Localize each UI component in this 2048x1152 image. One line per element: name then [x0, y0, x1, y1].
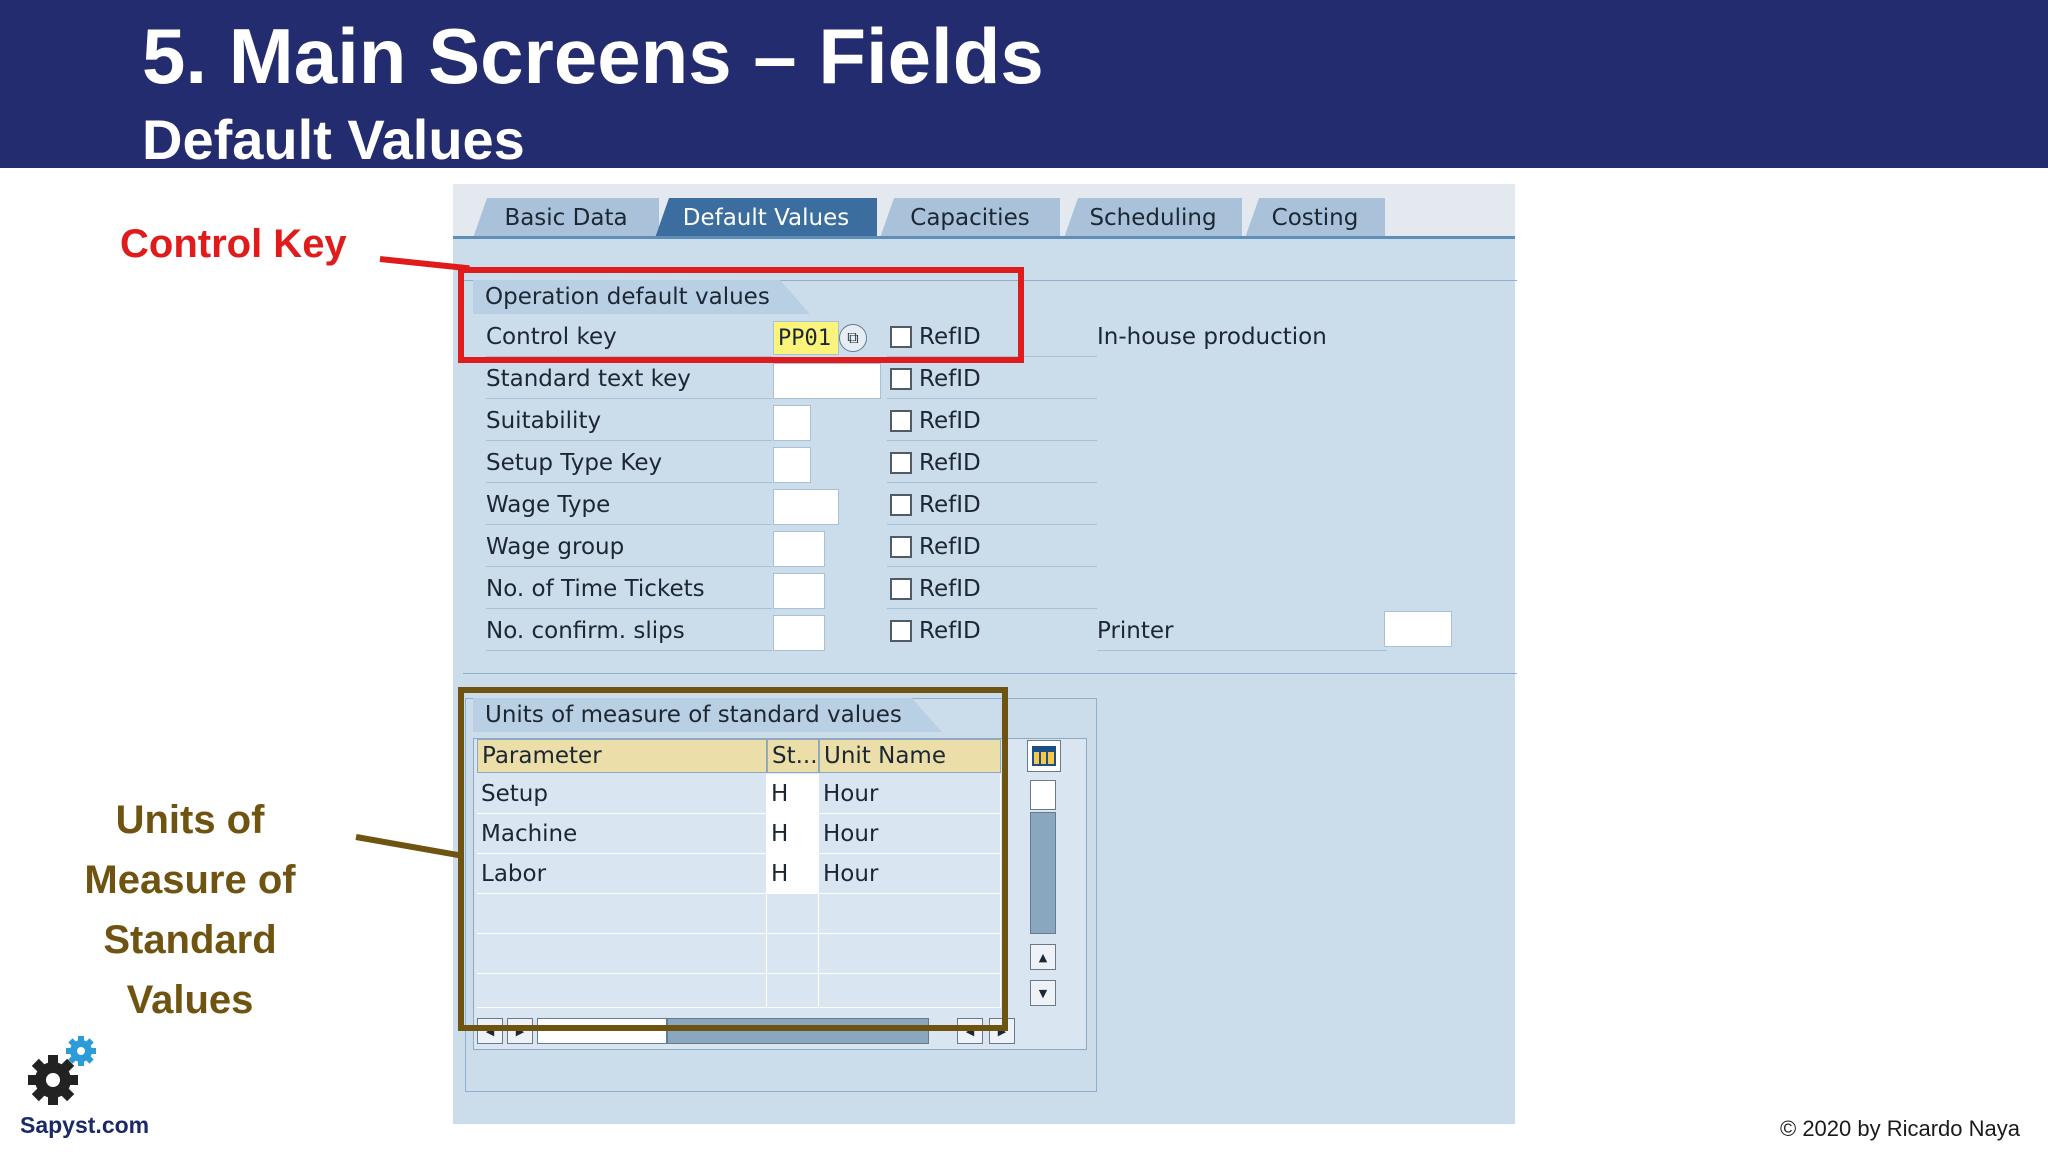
printer-label: Printer [1097, 612, 1387, 651]
units-highlight-frame [458, 687, 1008, 1031]
refid-wage-type: RefID [887, 486, 1097, 525]
refid-checkbox[interactable] [890, 494, 912, 516]
slide-title: 5. Main Screens – Fields [142, 12, 1044, 100]
suitability-label: Suitability [486, 402, 772, 441]
callout-units-of-measure: Units of Measure of Standard Values [60, 790, 320, 1030]
confirm-slips-input[interactable] [773, 615, 825, 651]
refid-label: RefID [919, 408, 981, 434]
scroll-down-icon[interactable]: ▼ [1030, 980, 1056, 1006]
refid-label: RefID [919, 492, 981, 518]
callout-line: Standard [103, 918, 277, 962]
column-settings-icon[interactable] [1027, 740, 1061, 772]
setup-type-key-input[interactable] [773, 447, 811, 483]
vertical-scrollbar[interactable] [1030, 812, 1056, 934]
refid-checkbox[interactable] [890, 578, 912, 600]
callout-line: Units of [115, 798, 265, 842]
tab-basic-data[interactable]: Basic Data [473, 198, 659, 238]
tab-costing[interactable]: Costing [1245, 198, 1385, 238]
printer-input[interactable] [1384, 611, 1452, 647]
refid-checkbox[interactable] [890, 620, 912, 642]
copyright: © 2020 by Ricardo Naya [1780, 1116, 2021, 1141]
scroll-up-icon[interactable]: ▲ [1030, 944, 1056, 970]
standard-text-key-input[interactable] [773, 363, 881, 399]
callout-control-key: Control Key [120, 222, 347, 266]
refid-setup-type-key: RefID [887, 444, 1097, 483]
callout-line: Values [126, 978, 254, 1022]
refid-time-tickets: RefID [887, 570, 1097, 609]
refid-checkbox[interactable] [890, 452, 912, 474]
units-connector [355, 834, 461, 859]
refid-wage-group: RefID [887, 528, 1097, 567]
refid-standard-text-key: RefID [887, 360, 1097, 399]
setup-type-key-label: Setup Type Key [486, 444, 772, 483]
tab-default-values[interactable]: Default Values [655, 198, 877, 238]
refid-label: RefID [919, 450, 981, 476]
vertical-scroll-thumb-top[interactable] [1030, 780, 1056, 810]
printer-label-text: Printer [1097, 618, 1174, 644]
time-tickets-label: No. of Time Tickets [486, 570, 772, 609]
control-key-description: In-house production [1097, 324, 1327, 350]
tab-capacities[interactable]: Capacities [880, 198, 1060, 238]
refid-label: RefID [919, 618, 981, 644]
refid-label: RefID [919, 576, 981, 602]
brand-name: Sapyst.com [20, 1112, 150, 1138]
wage-group-input[interactable] [773, 531, 825, 567]
refid-checkbox[interactable] [890, 368, 912, 390]
control-key-highlight-frame [458, 267, 1024, 363]
standard-text-key-label: Standard text key [486, 360, 772, 399]
time-tickets-input[interactable] [773, 573, 825, 609]
gear-logo-icon [26, 1034, 106, 1113]
confirm-slips-label: No. confirm. slips [486, 612, 772, 651]
callout-line: Measure of [84, 858, 296, 902]
tab-scheduling[interactable]: Scheduling [1064, 198, 1242, 238]
refid-checkbox[interactable] [890, 410, 912, 432]
wage-type-label: Wage Type [486, 486, 772, 525]
suitability-input[interactable] [773, 405, 811, 441]
slide-subtitle: Default Values [142, 108, 525, 171]
refid-checkbox[interactable] [890, 536, 912, 558]
refid-confirm-slips: RefID [887, 612, 1097, 650]
refid-suitability: RefID [887, 402, 1097, 441]
refid-label: RefID [919, 366, 981, 392]
wage-type-input[interactable] [773, 489, 839, 525]
refid-label: RefID [919, 534, 981, 560]
tabstrip-rule [453, 236, 1515, 239]
wage-group-label: Wage group [486, 528, 772, 567]
